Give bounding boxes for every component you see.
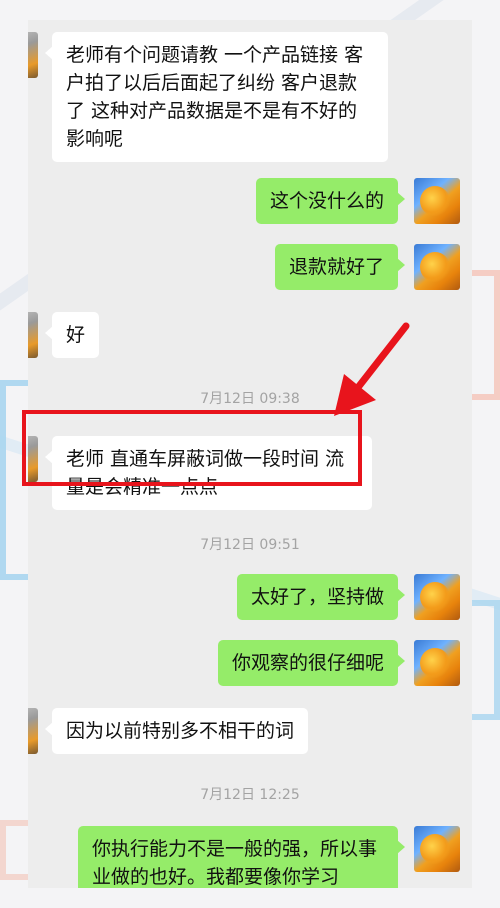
my-avatar[interactable]: [414, 574, 460, 620]
my-avatar[interactable]: [414, 178, 460, 224]
red-arrow-icon: [334, 322, 410, 416]
outgoing-message-bubble[interactable]: 这个没什么的: [255, 178, 406, 224]
my-avatar[interactable]: [414, 244, 460, 290]
contact-avatar[interactable]: [28, 32, 38, 78]
contact-avatar[interactable]: [28, 312, 38, 358]
incoming-message-bubble[interactable]: 老师有个问题请教 一个产品链接 客户拍了以后后面起了纠纷 客户退款了 这种对产品…: [45, 32, 388, 162]
outgoing-message-bubble[interactable]: 退款就好了: [274, 244, 406, 290]
my-avatar[interactable]: [414, 640, 460, 686]
message-timestamp: 7月12日 09:51: [200, 537, 300, 553]
incoming-message-bubble[interactable]: 好: [44, 312, 100, 358]
outgoing-message-bubble[interactable]: 你观察的很仔细呢: [217, 640, 406, 686]
incoming-message-bubble[interactable]: 因为以前特别多不相干的词: [44, 708, 309, 754]
message-timestamp: 7月12日 12:25: [200, 787, 300, 803]
highlight-annotation-box: [22, 410, 362, 486]
contact-avatar[interactable]: [28, 708, 38, 754]
outgoing-message-bubble[interactable]: 太好了，坚持做: [236, 574, 406, 620]
outgoing-message-bubble[interactable]: 你执行能力不是一般的强，所以事业做的也好。我都要像你学习: [78, 826, 405, 888]
my-avatar[interactable]: [414, 826, 460, 872]
